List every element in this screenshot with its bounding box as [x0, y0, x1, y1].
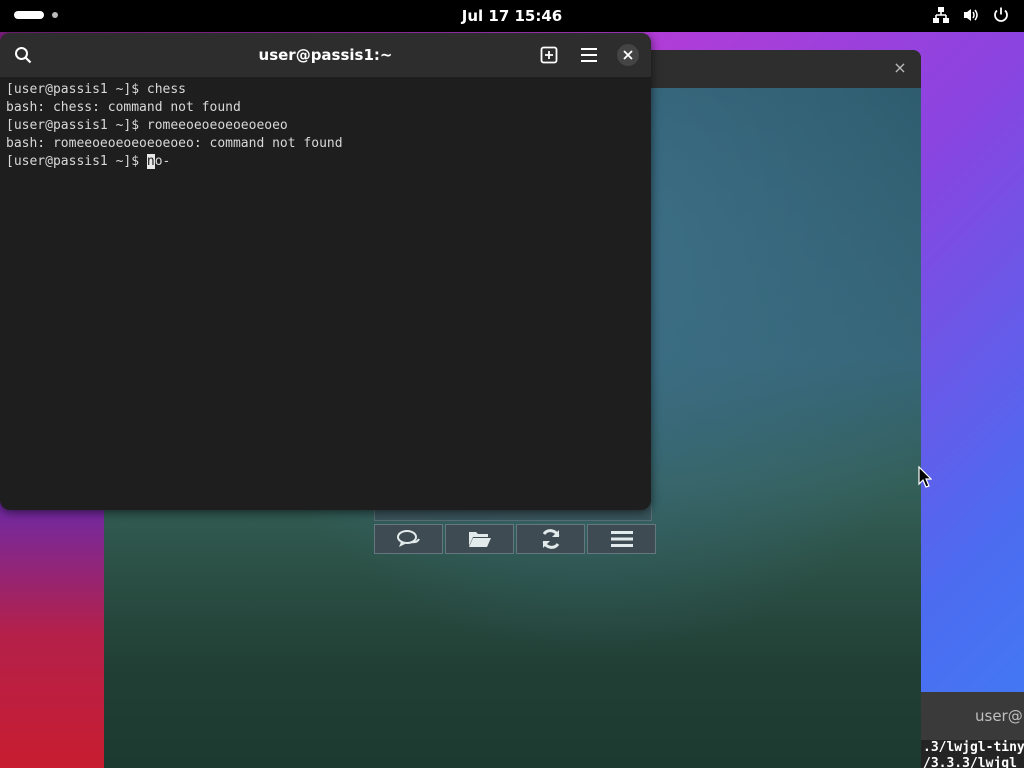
terminal-prompt-line[interactable]: [user@passis1 ~]$ no-: [6, 153, 645, 171]
desktop-wallpaper-accent: [0, 500, 110, 768]
clock[interactable]: Jul 17 15:46: [437, 0, 587, 32]
typed-input: o-: [154, 154, 171, 169]
refresh-button[interactable]: [516, 524, 585, 554]
network-icon: [932, 6, 950, 24]
terminal-output[interactable]: [user@passis1 ~]$ chess bash: chess: comm…: [0, 77, 651, 175]
terminal-line: bash: chess: command not found: [6, 100, 241, 115]
menu-button[interactable]: [587, 524, 656, 554]
terminal-prompt: [user@passis1 ~]$: [6, 154, 147, 169]
volume-icon: [962, 6, 980, 24]
terminal-menu-button[interactable]: [578, 44, 600, 66]
second-terminal-line: /3.3.3/lwjgl: [923, 756, 1017, 768]
terminal-title: user@passis1:~: [258, 46, 393, 64]
close-icon: [623, 50, 633, 60]
second-terminal-line: .3/lwjgl-tiny: [923, 740, 1024, 755]
search-icon: [15, 47, 32, 64]
folder-open-icon: [468, 532, 491, 547]
terminal-line: [user@passis1 ~]$ chess: [6, 82, 187, 97]
terminal-line: [user@passis1 ~]$ romeeoeoeoeoeoeoeo: [6, 118, 288, 133]
terminal-window[interactable]: user@passis1:~ [user@passis1 ~]$ chess ba…: [0, 33, 651, 510]
system-tray[interactable]: [932, 6, 1010, 24]
terminal-header[interactable]: user@passis1:~: [0, 33, 651, 77]
terminal-line: bash: romeeoeoeoeoeoeoeo: command not fo…: [6, 136, 343, 151]
menu-icon: [581, 48, 597, 62]
open-folder-button[interactable]: [445, 524, 514, 554]
second-terminal-window[interactable]: user@p .3/lwjgl-tiny /3.3.3/lwjgl: [921, 692, 1024, 768]
new-tab-icon: [540, 46, 558, 64]
workspace-dot-icon: [52, 12, 58, 18]
activities-pill-icon: [14, 11, 44, 19]
chat-button[interactable]: [374, 524, 443, 554]
image-viewer-close-button[interactable]: ×: [891, 59, 909, 77]
mouse-pointer-icon: [918, 465, 933, 492]
terminal-close-button[interactable]: [617, 44, 639, 66]
menu-icon: [610, 531, 633, 547]
new-tab-button[interactable]: [538, 44, 560, 66]
refresh-icon: [542, 529, 559, 549]
activities-button[interactable]: [14, 11, 58, 19]
power-icon: [992, 6, 1010, 24]
text-cursor: n: [146, 154, 155, 169]
top-bar: Jul 17 15:46: [0, 0, 1024, 32]
second-terminal-title: user@p: [921, 692, 1024, 740]
chat-icon: [396, 530, 420, 547]
search-button[interactable]: [12, 44, 34, 66]
image-viewer-controls: [374, 506, 656, 554]
